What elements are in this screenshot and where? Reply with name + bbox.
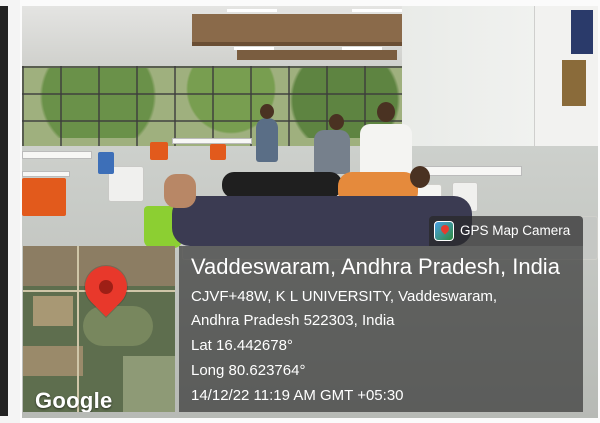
person-head bbox=[410, 166, 430, 188]
map-area bbox=[23, 346, 83, 376]
address-line-1: CJVF+48W, K L UNIVERSITY, Vaddeswaram, bbox=[191, 288, 498, 305]
latitude-text: Lat 16.442678° bbox=[191, 337, 293, 354]
feet bbox=[164, 174, 196, 208]
ceiling-wood-strip bbox=[237, 50, 397, 60]
gps-app-badge: GPS Map Camera bbox=[429, 216, 583, 246]
map-area bbox=[123, 356, 175, 412]
gps-stamp-overlay: GPS Map Camera Google Vaddeswaram, Andhr… bbox=[23, 216, 583, 412]
person-head bbox=[377, 102, 395, 122]
person-head bbox=[260, 104, 274, 119]
left-edge-bar bbox=[0, 6, 8, 416]
ceiling-light bbox=[234, 47, 274, 50]
timestamp-text: 14/12/22 11:19 AM GMT +05:30 bbox=[191, 387, 404, 404]
ceiling-wood-panel bbox=[192, 14, 412, 46]
orange-chair bbox=[150, 142, 168, 160]
table bbox=[172, 138, 252, 144]
location-title: Vaddeswaram, Andhra Pradesh, India bbox=[191, 254, 560, 279]
longitude-text: Long 80.623764° bbox=[191, 362, 306, 379]
left-edge-strip bbox=[0, 0, 20, 423]
wall-poster bbox=[562, 60, 586, 106]
person-head bbox=[329, 114, 344, 130]
standing-person bbox=[256, 118, 278, 162]
orange-chair bbox=[22, 178, 66, 216]
wall-poster bbox=[571, 10, 593, 54]
table bbox=[22, 171, 70, 177]
map-field bbox=[83, 306, 153, 346]
seated-person bbox=[314, 130, 350, 174]
ceiling-light bbox=[342, 47, 382, 50]
side-table bbox=[422, 166, 522, 176]
ceiling-light bbox=[227, 9, 277, 12]
gps-app-name: GPS Map Camera bbox=[460, 223, 571, 238]
address-line-2: Andhra Pradesh 522303, India bbox=[191, 312, 395, 329]
ceiling-light bbox=[352, 9, 407, 12]
table bbox=[22, 151, 92, 159]
location-map-thumbnail: Google bbox=[23, 246, 175, 412]
map-area bbox=[33, 296, 73, 326]
map-pin-center bbox=[99, 280, 113, 294]
lying-person-legs bbox=[222, 172, 342, 198]
gps-map-camera-icon bbox=[434, 221, 454, 241]
orange-chair bbox=[210, 144, 226, 160]
google-logo: Google bbox=[35, 388, 113, 412]
screenshot-frame: GPS Map Camera Google Vaddeswaram, Andhr… bbox=[0, 0, 600, 423]
blue-chair bbox=[98, 152, 114, 174]
location-info-panel: Vaddeswaram, Andhra Pradesh, India CJVF+… bbox=[179, 246, 583, 412]
